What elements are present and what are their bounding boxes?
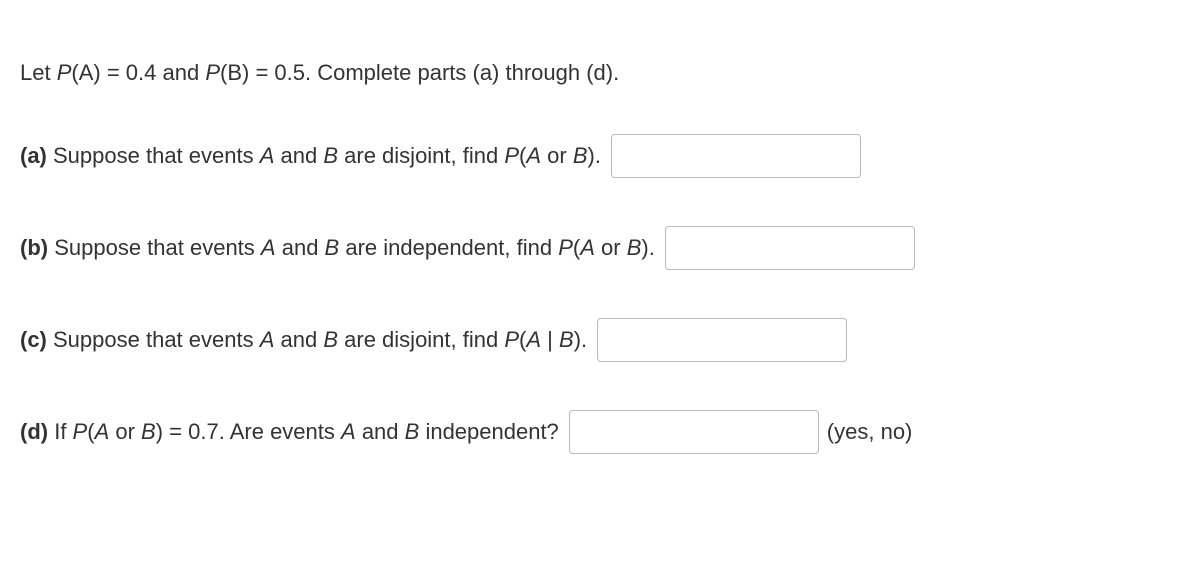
intro-pb-eq: = 0.5. Complete parts (a) through (d).	[249, 60, 619, 85]
answer-input-a[interactable]	[611, 134, 861, 178]
d-args: (A or B)	[87, 419, 163, 444]
intro-pa-arg: (A)	[71, 60, 100, 85]
b-t3: are independent, find	[339, 235, 558, 260]
d-B: B	[405, 419, 420, 444]
c-t3: are disjoint, find	[338, 327, 504, 352]
question-b: (b) Suppose that events A and B are inde…	[20, 226, 1180, 270]
b-P: P	[558, 235, 573, 260]
a-t1: Suppose that events	[47, 143, 260, 168]
a-B: B	[323, 143, 338, 168]
intro-prefix: Let	[20, 60, 57, 85]
answer-input-c[interactable]	[597, 318, 847, 362]
label-d: (d)	[20, 419, 48, 444]
intro-pa-var: P	[57, 60, 72, 85]
intro-pa-eq: = 0.4 and	[101, 60, 206, 85]
answer-input-b[interactable]	[665, 226, 915, 270]
question-a-text: (a) Suppose that events A and B are disj…	[20, 143, 601, 169]
d-P: P	[73, 419, 88, 444]
c-A: A	[260, 327, 275, 352]
c-end: .	[581, 327, 587, 352]
a-end: .	[595, 143, 601, 168]
answer-input-d[interactable]	[569, 410, 819, 454]
label-b: (b)	[20, 235, 48, 260]
b-end: .	[649, 235, 655, 260]
a-t3: are disjoint, find	[338, 143, 504, 168]
d-t2: and	[356, 419, 405, 444]
question-c-text: (c) Suppose that events A and B are disj…	[20, 327, 587, 353]
question-d: (d) If P(A or B) = 0.7. Are events A and…	[20, 410, 1180, 454]
d-suffix: (yes, no)	[827, 419, 913, 445]
intro-pb-arg: (B)	[220, 60, 249, 85]
a-A: A	[260, 143, 275, 168]
c-t1: Suppose that events	[47, 327, 260, 352]
b-t1: Suppose that events	[48, 235, 261, 260]
c-B: B	[323, 327, 338, 352]
b-t2: and	[276, 235, 325, 260]
c-t2: and	[274, 327, 323, 352]
question-d-text: (d) If P(A or B) = 0.7. Are events A and…	[20, 419, 559, 445]
b-B: B	[325, 235, 340, 260]
c-args: (A | B)	[519, 327, 581, 352]
label-a: (a)	[20, 143, 47, 168]
b-args: (A or B)	[573, 235, 649, 260]
d-t1: If	[48, 419, 72, 444]
question-c: (c) Suppose that events A and B are disj…	[20, 318, 1180, 362]
intro-pb-var: P	[205, 60, 220, 85]
label-c: (c)	[20, 327, 47, 352]
intro-text: Let P(A) = 0.4 and P(B) = 0.5. Complete …	[20, 60, 1180, 86]
a-t2: and	[274, 143, 323, 168]
d-A: A	[341, 419, 356, 444]
question-a: (a) Suppose that events A and B are disj…	[20, 134, 1180, 178]
c-P: P	[504, 327, 519, 352]
question-b-text: (b) Suppose that events A and B are inde…	[20, 235, 655, 261]
a-P: P	[504, 143, 519, 168]
a-args: (A or B)	[519, 143, 595, 168]
d-t3: independent?	[419, 419, 558, 444]
d-eq: = 0.7. Are events	[163, 419, 341, 444]
b-A: A	[261, 235, 276, 260]
